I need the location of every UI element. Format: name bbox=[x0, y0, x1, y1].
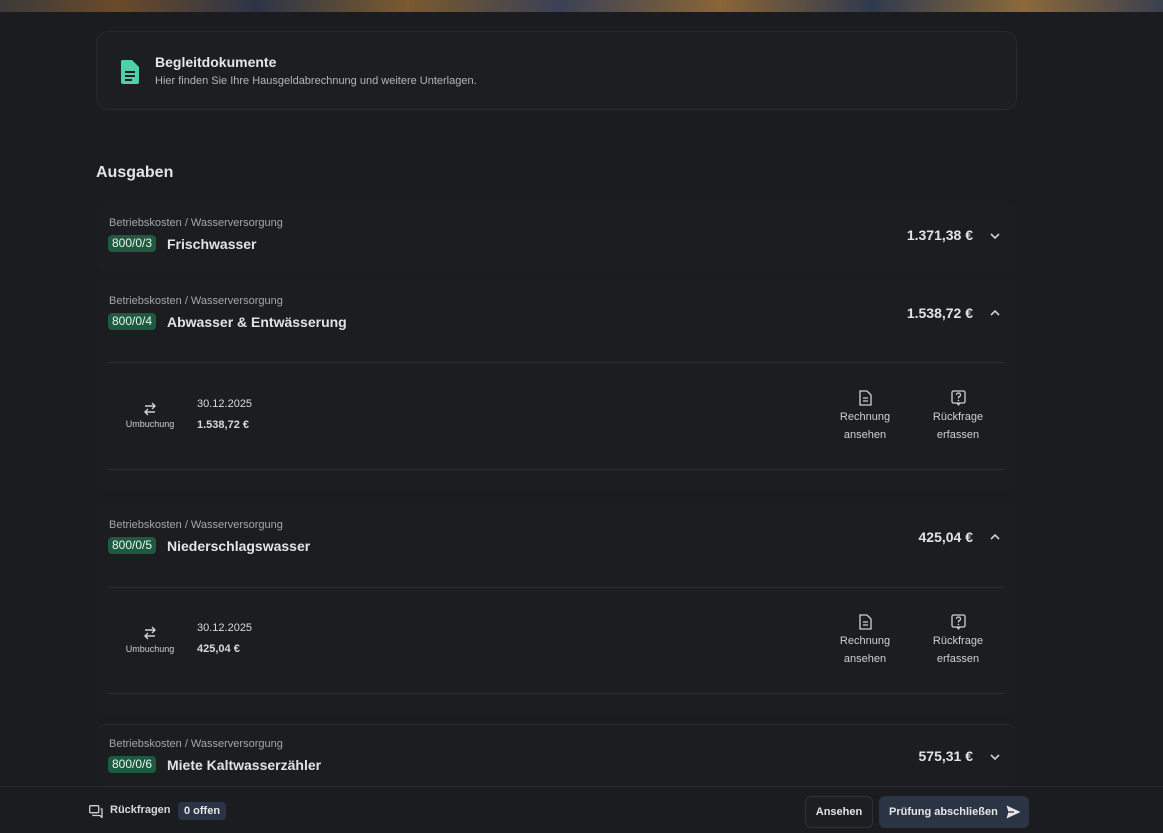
view-invoice-label-1: Rechnung bbox=[839, 411, 891, 423]
transaction-date: 30.12.2025 bbox=[197, 622, 253, 634]
view-invoice-button[interactable]: Rechnung ansehen bbox=[830, 390, 900, 444]
expense-category: Betriebskosten / Wasserversorgung bbox=[109, 519, 283, 531]
invoice-icon bbox=[859, 390, 872, 406]
expense-name: Miete Kaltwasserzähler bbox=[167, 757, 322, 773]
view-button[interactable]: Ansehen bbox=[805, 796, 873, 828]
create-query-button[interactable]: Rückfrage erfassen bbox=[923, 614, 993, 668]
expense-item[interactable]: Betriebskosten / Wasserversorgung 800/0/… bbox=[96, 506, 1017, 714]
chevron-down-icon[interactable] bbox=[989, 230, 1001, 242]
transaction-date: 30.12.2025 bbox=[197, 398, 253, 410]
documents-title: Begleitdokumente bbox=[155, 54, 277, 70]
footer-bar: Rückfragen 0 offen Ansehen Prüfung absch… bbox=[0, 786, 1163, 833]
expense-item[interactable]: Betriebskosten / Wasserversorgung 800/0/… bbox=[96, 282, 1017, 490]
chevron-down-icon[interactable] bbox=[989, 751, 1001, 763]
section-title: Ausgaben bbox=[96, 164, 174, 181]
view-invoice-label-2: ansehen bbox=[843, 429, 887, 441]
divider bbox=[108, 693, 1004, 694]
expense-category: Betriebskosten / Wasserversorgung bbox=[109, 738, 283, 750]
transaction-type: Umbuchung bbox=[125, 419, 175, 429]
create-query-button[interactable]: Rückfrage erfassen bbox=[923, 390, 993, 444]
document-icon bbox=[121, 60, 139, 84]
expense-amount: 1.538,72 € bbox=[906, 305, 973, 321]
transaction-type: Umbuchung bbox=[125, 644, 175, 654]
send-icon bbox=[1006, 805, 1021, 819]
create-query-label-1: Rückfrage bbox=[932, 411, 984, 423]
expense-item[interactable]: Betriebskosten / Wasserversorgung 800/0/… bbox=[96, 204, 1017, 272]
chevron-up-icon[interactable] bbox=[989, 307, 1001, 319]
view-invoice-label-1: Rechnung bbox=[839, 635, 891, 647]
finish-review-button[interactable]: Prüfung abschließen bbox=[879, 796, 1029, 828]
account-code-badge: 800/0/4 bbox=[108, 313, 157, 330]
view-invoice-label-2: ansehen bbox=[843, 653, 887, 665]
question-icon bbox=[950, 614, 966, 630]
documents-card[interactable]: Begleitdokumente Hier finden Sie Ihre Ha… bbox=[96, 31, 1017, 110]
view-invoice-button[interactable]: Rechnung ansehen bbox=[830, 614, 900, 668]
divider bbox=[108, 469, 1004, 470]
transaction-amount: 1.538,72 € bbox=[197, 419, 249, 431]
invoice-icon bbox=[859, 614, 872, 630]
transfer-icon bbox=[144, 402, 156, 416]
expense-item[interactable]: Betriebskosten / Wasserversorgung 800/0/… bbox=[96, 724, 1017, 786]
finish-review-label: Prüfung abschließen bbox=[889, 806, 998, 818]
queries-label[interactable]: Rückfragen bbox=[110, 804, 171, 816]
account-code-badge: 800/0/6 bbox=[108, 756, 157, 773]
create-query-label-2: erfassen bbox=[936, 429, 980, 441]
expense-category: Betriebskosten / Wasserversorgung bbox=[109, 217, 283, 229]
create-query-label-2: erfassen bbox=[936, 653, 980, 665]
divider bbox=[108, 362, 1004, 363]
transfer-icon bbox=[144, 626, 156, 640]
expense-amount: 425,04 € bbox=[918, 529, 974, 545]
header-banner-image bbox=[0, 0, 1163, 12]
expense-category: Betriebskosten / Wasserversorgung bbox=[109, 295, 283, 307]
account-code-badge: 800/0/3 bbox=[108, 235, 157, 252]
expense-name: Frischwasser bbox=[167, 236, 257, 252]
chat-icon[interactable] bbox=[89, 805, 103, 818]
expense-name: Abwasser & Entwässerung bbox=[167, 314, 347, 330]
account-code-badge: 800/0/5 bbox=[108, 537, 157, 554]
divider bbox=[108, 587, 1004, 588]
documents-subtitle: Hier finden Sie Ihre Hausgeldabrechnung … bbox=[155, 75, 477, 87]
transaction-amount: 425,04 € bbox=[197, 643, 240, 655]
expense-name: Niederschlagswasser bbox=[167, 538, 311, 554]
expense-amount: 1.371,38 € bbox=[906, 227, 973, 243]
expense-amount: 575,31 € bbox=[918, 748, 974, 764]
create-query-label-1: Rückfrage bbox=[932, 635, 984, 647]
chevron-up-icon[interactable] bbox=[989, 531, 1001, 543]
queries-count-badge: 0 offen bbox=[178, 802, 227, 820]
question-icon bbox=[950, 390, 966, 406]
